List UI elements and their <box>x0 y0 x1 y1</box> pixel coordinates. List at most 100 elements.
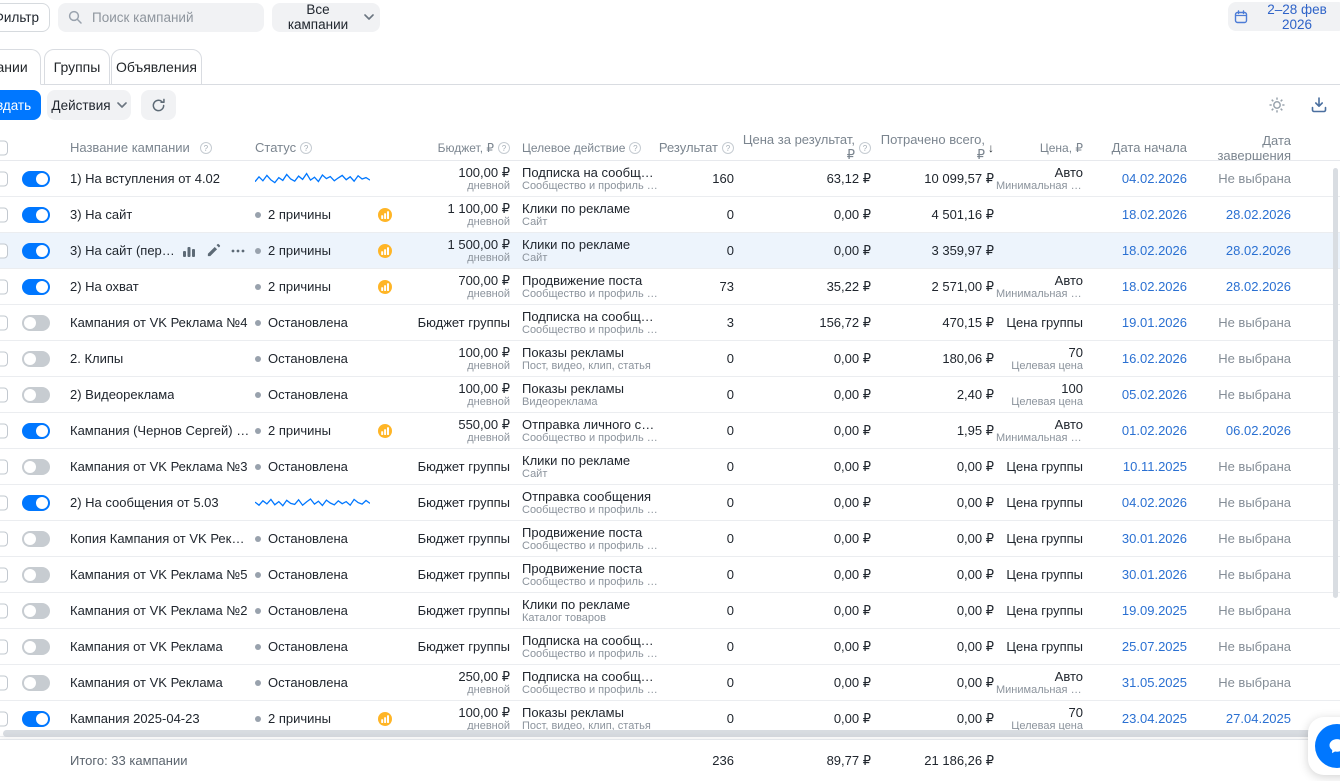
status-text[interactable]: Остановлена <box>268 315 348 330</box>
campaign-toggle[interactable] <box>22 423 50 439</box>
col-spent[interactable]: Потрачено всего, ₽ <box>875 132 985 163</box>
row-checkbox[interactable] <box>0 387 8 402</box>
campaign-toggle[interactable] <box>22 567 50 583</box>
date-start-link[interactable]: 19.01.2026 <box>1122 315 1187 330</box>
date-end-link[interactable]: Не выбрана <box>1218 639 1291 654</box>
date-end-link[interactable]: Не выбрана <box>1218 531 1291 546</box>
date-end-link[interactable]: Не выбрана <box>1218 315 1291 330</box>
date-start-link[interactable]: 18.02.2026 <box>1122 243 1187 258</box>
row-checkbox[interactable] <box>0 567 8 582</box>
date-start-link[interactable]: 19.09.2025 <box>1122 603 1187 618</box>
table-row[interactable]: 1) На вступления от 4.02 100,00 ₽ дневно… <box>0 161 1340 197</box>
date-start-link[interactable]: 18.02.2026 <box>1122 207 1187 222</box>
date-start-link[interactable]: 10.11.2025 <box>1123 459 1187 474</box>
campaign-name[interactable]: 2) Видеореклама <box>70 387 174 402</box>
date-end-link[interactable]: 27.04.2025 <box>1226 711 1291 726</box>
table-row[interactable]: Кампания от VK Реклама Остановлена 250,0… <box>0 665 1340 701</box>
table-row[interactable]: Кампания от VK Реклама №2 Остановлена Бю… <box>0 593 1340 629</box>
date-start-link[interactable]: 31.05.2025 <box>1122 675 1187 690</box>
campaign-toggle[interactable] <box>22 531 50 547</box>
date-start-link[interactable]: 05.02.2026 <box>1122 387 1187 402</box>
table-row[interactable]: 2. Клипы Остановлена 100,00 ₽ дневной По… <box>0 341 1340 377</box>
table-row[interactable]: 2) Видеореклама Остановлена 100,00 ₽ дне… <box>0 377 1340 413</box>
col-price[interactable]: Цена, ₽ <box>1040 141 1083 155</box>
date-start-link[interactable]: 01.02.2026 <box>1122 423 1187 438</box>
col-date-start[interactable]: Дата начала <box>1112 140 1187 155</box>
campaign-name[interactable]: Кампания от VK Реклама №2 <box>70 603 248 618</box>
date-start-link[interactable]: 23.04.2025 <box>1122 711 1187 726</box>
export-button[interactable] <box>1304 90 1334 120</box>
vertical-scrollbar[interactable] <box>1333 168 1338 598</box>
statistics-icon[interactable] <box>181 243 197 259</box>
row-checkbox[interactable] <box>0 459 8 474</box>
status-text[interactable]: Остановлена <box>268 639 348 654</box>
campaign-name[interactable]: 3) На сайт (пер… <box>70 243 175 258</box>
date-end-link[interactable]: Не выбрана <box>1218 495 1291 510</box>
table-row[interactable]: 3) На сайт 2 причины 1 100,00 ₽ дневной … <box>0 197 1340 233</box>
table-row[interactable]: Копия Кампания от VK Реклама … Остановле… <box>0 521 1340 557</box>
row-checkbox[interactable] <box>0 711 8 726</box>
status-text[interactable]: Остановлена <box>268 531 348 546</box>
row-checkbox[interactable] <box>0 531 8 546</box>
campaign-name[interactable]: Кампания от VK Реклама №4 <box>70 315 248 330</box>
date-start-link[interactable]: 25.07.2025 <box>1122 639 1187 654</box>
date-end-link[interactable]: Не выбрана <box>1218 603 1291 618</box>
campaign-toggle[interactable] <box>22 639 50 655</box>
table-row[interactable]: 2) На охват 2 причины 700,00 ₽ дневной П… <box>0 269 1340 305</box>
campaign-toggle[interactable] <box>22 675 50 691</box>
filter-button[interactable]: Фильтр <box>0 3 50 32</box>
row-checkbox[interactable] <box>0 207 8 222</box>
more-icon[interactable] <box>230 243 246 259</box>
status-text[interactable]: 2 причины <box>268 423 331 438</box>
campaign-name[interactable]: Кампания (Чернов Сергей) 2026… <box>70 423 250 438</box>
campaign-toggle[interactable] <box>22 315 50 331</box>
campaign-toggle[interactable] <box>22 207 50 223</box>
edit-icon[interactable] <box>206 243 221 258</box>
row-checkbox[interactable] <box>0 315 8 330</box>
tab-campaigns[interactable]: Кампании <box>0 49 41 85</box>
date-start-link[interactable]: 18.02.2026 <box>1122 279 1187 294</box>
table-row[interactable]: Кампания от VK Реклама №3 Остановлена Бю… <box>0 449 1340 485</box>
col-date-end[interactable]: Дата завершения <box>1195 133 1291 163</box>
table-row[interactable]: Кампания (Чернов Сергей) 2026… 2 причины… <box>0 413 1340 449</box>
date-start-link[interactable]: 04.02.2026 <box>1122 495 1187 510</box>
actions-dropdown[interactable]: Действия <box>47 90 131 120</box>
col-budget[interactable]: Бюджет, ₽ <box>438 141 494 155</box>
horizontal-scrollbar[interactable] <box>3 730 1325 737</box>
campaign-toggle[interactable] <box>22 603 50 619</box>
status-text[interactable]: 2 причины <box>268 243 331 258</box>
row-checkbox[interactable] <box>0 351 8 366</box>
table-row[interactable]: Кампания от VK Реклама Остановлена Бюдже… <box>0 629 1340 665</box>
date-end-link[interactable]: Не выбрана <box>1218 675 1291 690</box>
campaign-name[interactable]: Кампания от VK Реклама <box>70 675 223 690</box>
status-text[interactable]: Остановлена <box>268 459 348 474</box>
campaign-name[interactable]: Кампания 2025-04-23 <box>70 711 200 726</box>
status-text[interactable]: Остановлена <box>268 675 348 690</box>
campaign-scope-select[interactable]: Все кампании <box>272 3 380 32</box>
date-end-link[interactable]: 28.02.2026 <box>1226 207 1291 222</box>
row-checkbox[interactable] <box>0 423 8 438</box>
campaign-toggle[interactable] <box>22 243 50 259</box>
date-range-picker[interactable]: 2–28 фев 2026 <box>1228 2 1340 31</box>
campaign-toggle[interactable] <box>22 351 50 367</box>
campaign-name[interactable]: 2. Клипы <box>70 351 123 366</box>
campaign-name[interactable]: 2) На охват <box>70 279 139 294</box>
table-row[interactable]: Кампания от VK Реклама №4 Остановлена Бю… <box>0 305 1340 341</box>
date-end-link[interactable]: 28.02.2026 <box>1226 243 1291 258</box>
row-checkbox[interactable] <box>0 243 8 258</box>
status-text[interactable]: 2 причины <box>268 279 331 294</box>
campaign-name[interactable]: 3) На сайт <box>70 207 132 222</box>
col-result[interactable]: Результат <box>659 140 718 155</box>
col-action[interactable]: Целевое действие <box>522 141 625 155</box>
col-status[interactable]: Статус <box>255 140 296 155</box>
date-end-link[interactable]: Не выбрана <box>1218 459 1291 474</box>
row-checkbox[interactable] <box>0 279 8 294</box>
table-row[interactable]: 2) На сообщения от 5.03 Бюджет группы От… <box>0 485 1340 521</box>
campaign-toggle[interactable] <box>22 711 50 727</box>
campaign-name[interactable]: 1) На вступления от 4.02 <box>70 171 220 186</box>
col-cpr[interactable]: Цена за результат, ₽ <box>736 132 855 163</box>
date-end-link[interactable]: 06.02.2026 <box>1226 423 1291 438</box>
date-end-link[interactable]: Не выбрана <box>1218 387 1291 402</box>
sort-desc-icon[interactable]: ↓ <box>988 141 994 155</box>
create-button[interactable]: Создать <box>0 90 41 120</box>
